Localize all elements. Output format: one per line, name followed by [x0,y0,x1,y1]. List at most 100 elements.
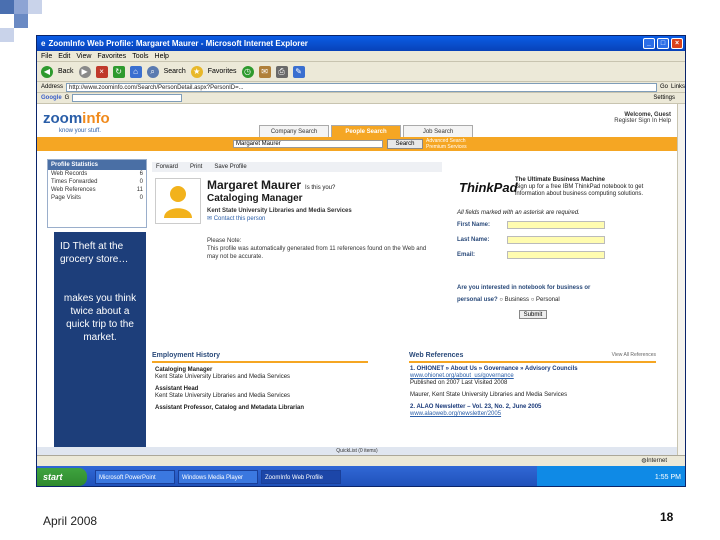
ref-title[interactable]: 2. ALAO Newsletter – Vol. 23, No. 2, Jun… [410,404,660,411]
thinkpad-headline: The Ultimate Business Machine [515,177,606,183]
address-input[interactable]: http://www.zoominfo.com/Search/PersonDet… [66,82,657,92]
tab-company-search[interactable]: Company Search [259,125,329,137]
ref-meta: Published on 2007 Last Visited 2008 [410,380,508,386]
edit-icon[interactable]: ✎ [292,65,305,78]
maximize-button[interactable]: □ [657,38,669,49]
thinkpad-body: Sign up for a free IBM ThinkPad notebook… [515,184,644,197]
web-references-heading: Web References View All References [409,352,656,363]
email-label: Email: [457,252,476,258]
print-icon[interactable]: ⎙ [275,65,288,78]
google-search-input[interactable] [72,94,183,102]
contact-link[interactable]: ✉ Contact this person [207,215,265,222]
profile-organization[interactable]: Kent State University Libraries and Medi… [207,208,352,214]
ref-url[interactable]: www.alaoweb.org/newsletter/2005 [410,411,660,418]
ref-title[interactable]: 1. OHIONET » About Us » Governance » Adv… [410,366,660,373]
start-button[interactable]: start [37,468,87,486]
search-button[interactable]: Search [387,139,423,149]
search-icon[interactable]: ⌕ [146,65,159,78]
profile-actions: Forward Print Save Profile [152,162,442,172]
is-this-you-link[interactable]: Is this you? [305,185,335,191]
close-button[interactable]: × [671,38,683,49]
business-label: Business [504,297,530,303]
address-label: Address [41,84,64,90]
id-theft-ad[interactable]: ID Theft at the grocery store… makes you… [54,232,146,455]
links-label[interactable]: Links [671,84,685,90]
back-icon[interactable]: ◀ [41,65,53,78]
web-references-title: Web References [409,352,464,359]
first-name-field[interactable] [507,221,605,229]
menu-tools[interactable]: Tools [132,53,148,60]
taskbar-item[interactable]: Windows Media Player [178,470,258,484]
system-tray: 1:55 PM [537,466,685,486]
search-label[interactable]: Search [164,68,186,75]
forward-icon[interactable]: ▶ [78,65,91,78]
taskbar-item[interactable]: Microsoft PowerPoint [95,470,175,484]
email-field[interactable] [507,251,605,259]
list-item: Assistant Professor, Catalog and Metadat… [155,405,370,412]
ie-toolbar: ◀ Back ▶ × ↻ ⌂ ⌕ Search ★ Favorites ◷ ✉ … [37,62,685,82]
google-g-button[interactable]: G [65,95,70,101]
refresh-icon[interactable]: ↻ [112,65,125,78]
job-org[interactable]: Kent State University Libraries and Medi… [155,374,370,381]
usage-question: Are you interested in notebook for busin… [457,282,617,306]
list-item: 1. OHIONET » About Us » Governance » Adv… [410,366,660,387]
job-title: Assistant Professor, Catalog and Metadat… [155,405,305,411]
slide-date: April 2008 [43,514,98,528]
back-label[interactable]: Back [58,68,74,75]
job-title: Assistant Head [155,386,199,392]
job-org[interactable]: Kent State University Libraries and Medi… [155,393,370,400]
web-references-list: 1. OHIONET » About Us » Governance » Adv… [410,366,660,423]
personal-label: Personal [535,297,560,303]
quicklist-bar[interactable]: QuickList (0 items) [37,447,677,455]
web-page: zoominfo know your stuff. Welcome, Guest… [37,104,677,455]
avatar [155,178,201,224]
submit-button[interactable]: Submit [519,310,547,319]
print-link[interactable]: Print [190,162,202,172]
menu-edit[interactable]: Edit [58,53,70,60]
stop-icon[interactable]: × [95,65,108,78]
window-title: ZoomInfo Web Profile: Margaret Maurer - … [48,39,308,48]
go-button[interactable]: Go [660,84,668,90]
business-radio[interactable]: ○ Business [499,297,529,303]
menu-favorites[interactable]: Favorites [97,53,126,60]
google-settings[interactable]: Settings [653,95,675,101]
profile-title: Cataloging Manager [207,193,303,204]
google-label: Google [41,95,62,101]
favorites-icon[interactable]: ★ [190,65,203,78]
menu-view[interactable]: View [76,53,91,60]
slide-number: 18 [660,510,674,524]
premium-services-link[interactable]: Premium Services [426,144,467,150]
people-search-input[interactable]: Margaret Maurer [233,140,383,148]
personal-radio[interactable]: ○ Personal [531,297,560,303]
profile-note: Please Note: This profile was automatica… [207,237,427,261]
menu-file[interactable]: File [41,53,52,60]
logo-info: info [82,110,110,127]
ie-icon: e [41,39,46,48]
mail-icon[interactable]: ✉ [258,65,271,78]
last-name-field[interactable] [507,236,605,244]
clock: 1:55 PM [654,473,681,481]
stat-row: Page Visits 0 [48,194,146,202]
stats-title: Profile Statistics [48,160,146,170]
tab-job-search[interactable]: Job Search [403,125,473,137]
forward-link[interactable]: Forward [156,162,178,172]
menu-help[interactable]: Help [155,53,169,60]
vertical-scrollbar[interactable] [677,104,685,455]
home-icon[interactable]: ⌂ [129,65,142,78]
zoominfo-logo[interactable]: zoominfo know your stuff. [43,110,110,134]
history-icon[interactable]: ◷ [241,65,254,78]
profile-name: Margaret Maurer Is this you? [207,178,335,192]
employment-list: Cataloging Manager Kent State University … [155,367,370,417]
minimize-button[interactable]: _ [643,38,655,49]
save-profile-link[interactable]: Save Profile [214,162,246,172]
view-all-link[interactable]: View All References [612,352,656,359]
taskbar-item[interactable]: ZoomInfo Web Profile [261,470,341,484]
ref-url[interactable]: www.ohionet.org/about_us/governance [410,373,660,380]
favorites-label[interactable]: Favorites [208,68,237,75]
welcome-links[interactable]: Register Sign In Help [614,118,671,124]
status-zone: Internet [646,457,667,464]
thinkpad-logo: ThinkPad [459,180,518,195]
stat-value: 0 [139,179,143,185]
first-name-label: First Name: [457,222,491,228]
tab-people-search[interactable]: People Search [331,125,401,137]
